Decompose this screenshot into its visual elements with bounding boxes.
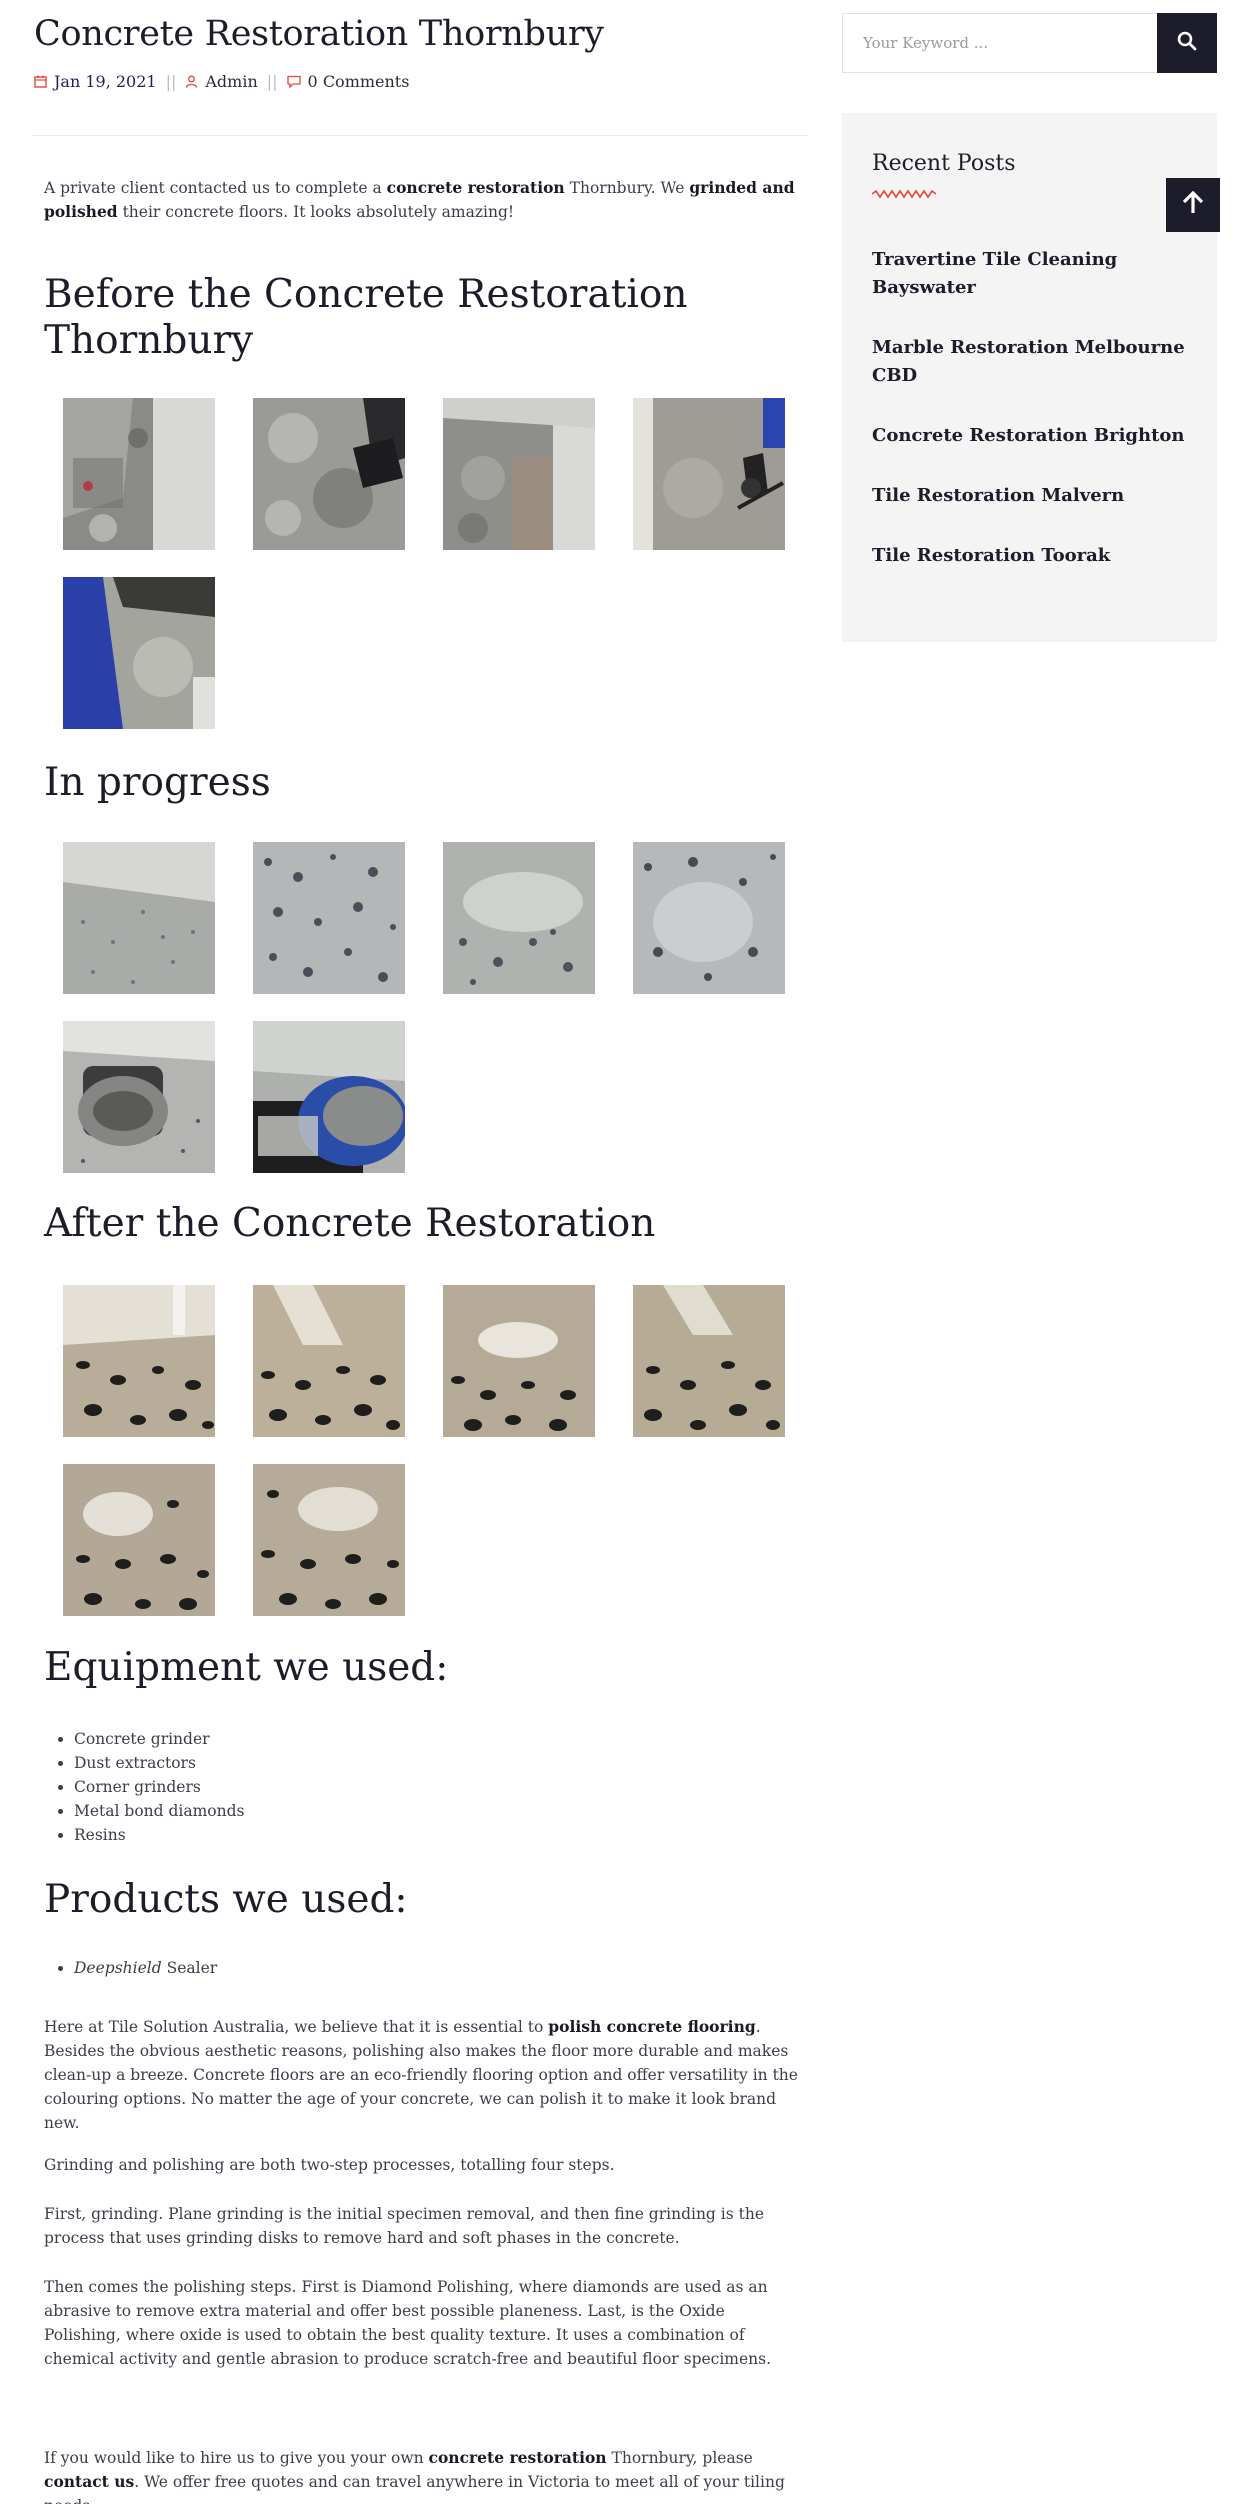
cta-bold: concrete restoration — [428, 2448, 607, 2467]
post-title: Concrete Restoration Thornbury — [34, 14, 604, 54]
recent-posts-widget: Recent Posts Travertine Tile Cleaning Ba… — [842, 113, 1217, 642]
post-author-link[interactable]: Admin — [205, 72, 257, 91]
recent-post-link[interactable]: Travertine Tile Cleaning Bayswater — [872, 246, 1192, 302]
cta-text: Thornbury, please — [606, 2449, 753, 2467]
calendar-icon — [34, 75, 47, 88]
intro-text: A private client contacted us to complet… — [44, 179, 387, 197]
heading-equipment: Equipment we used: — [44, 1645, 449, 1690]
intro-text: Thornbury. We — [564, 179, 690, 197]
search-form — [842, 13, 1217, 73]
heading-after: After the Concrete Restoration — [44, 1201, 656, 1246]
post-date-link[interactable]: Jan 19, 2021 — [54, 72, 157, 91]
paragraph: Grinding and polishing are both two-step… — [44, 2156, 615, 2174]
heading-products: Products we used: — [44, 1877, 408, 1922]
list-item: Corner grinders — [74, 1775, 245, 1799]
paragraph-text: Here at Tile Solution Australia, we beli… — [44, 2018, 549, 2036]
gallery-image[interactable] — [443, 398, 595, 550]
post-meta: Jan 19, 2021 || Admin || 0 Comments — [34, 72, 409, 91]
list-item: Deepshield Sealer — [74, 1956, 217, 1980]
gallery-image[interactable] — [443, 842, 595, 994]
search-icon — [1177, 31, 1197, 55]
product-text: Sealer — [161, 1959, 218, 1977]
gallery-image[interactable] — [253, 1285, 405, 1437]
user-icon — [185, 75, 198, 88]
gallery-image[interactable] — [63, 398, 215, 550]
scroll-to-top-button[interactable] — [1166, 178, 1220, 232]
gallery-image[interactable] — [63, 842, 215, 994]
divider — [32, 135, 808, 136]
gallery-image[interactable] — [633, 842, 785, 994]
product-brand: Deepshield — [74, 1959, 162, 1977]
recent-post-link[interactable]: Tile Restoration Malvern — [872, 482, 1192, 510]
recent-post-link[interactable]: Tile Restoration Toorak — [872, 542, 1192, 570]
meta-separator: || — [165, 72, 177, 91]
search-button[interactable] — [1157, 13, 1217, 73]
gallery-image[interactable] — [253, 1021, 405, 1173]
cta-text: . We offer free quotes and can travel an… — [44, 2473, 785, 2504]
gallery-image[interactable] — [63, 1021, 215, 1173]
gallery-image[interactable] — [253, 398, 405, 550]
paragraph: First, grinding. Plane grinding is the i… — [44, 2205, 765, 2247]
recent-posts-list: Travertine Tile Cleaning Bayswater Marbl… — [872, 246, 1192, 602]
gallery-image[interactable] — [63, 577, 215, 729]
post-comments-link[interactable]: 0 Comments — [308, 72, 410, 91]
contact-us-link[interactable]: contact us — [44, 2472, 134, 2491]
intro-text: their concrete floors. It looks absolute… — [117, 203, 515, 221]
gallery-image[interactable] — [253, 842, 405, 994]
heading-before: Before the Concrete Restoration Thornbur… — [44, 272, 688, 363]
gallery-image[interactable] — [253, 1464, 405, 1616]
arrow-up-icon — [1182, 190, 1204, 219]
paragraph: Then comes the polishing steps. First is… — [44, 2278, 772, 2368]
meta-separator: || — [266, 72, 278, 91]
paragraph-bold: polish concrete flooring — [548, 2017, 756, 2036]
cta-text: If you would like to hire us to give you… — [44, 2449, 429, 2467]
recent-post-link[interactable]: Concrete Restoration Brighton — [872, 422, 1192, 450]
list-item: Dust extractors — [74, 1751, 245, 1775]
gallery-image[interactable] — [633, 1285, 785, 1437]
list-item: Concrete grinder — [74, 1727, 245, 1751]
gallery-image[interactable] — [63, 1285, 215, 1437]
recent-post-link[interactable]: Marble Restoration Melbourne CBD — [872, 334, 1192, 390]
list-item: Resins — [74, 1823, 245, 1847]
list-item: Metal bond diamonds — [74, 1799, 245, 1823]
products-list: Deepshield Sealer — [74, 1956, 217, 1980]
intro-bold: concrete restoration — [386, 178, 565, 197]
intro-paragraph: A private client contacted us to complet… — [44, 176, 804, 224]
search-input[interactable] — [843, 14, 1157, 72]
heading-in-progress: In progress — [44, 760, 271, 805]
wave-divider-icon — [872, 189, 936, 199]
comment-icon — [286, 75, 301, 88]
gallery-image[interactable] — [443, 1285, 595, 1437]
gallery-image[interactable] — [633, 398, 785, 550]
paragraph: Here at Tile Solution Australia, we beli… — [44, 2015, 804, 2135]
gallery-image[interactable] — [63, 1464, 215, 1616]
widget-title: Recent Posts — [872, 151, 1016, 176]
cta-paragraph: If you would like to hire us to give you… — [44, 2446, 804, 2504]
equipment-list: Concrete grinder Dust extractors Corner … — [74, 1727, 245, 1847]
